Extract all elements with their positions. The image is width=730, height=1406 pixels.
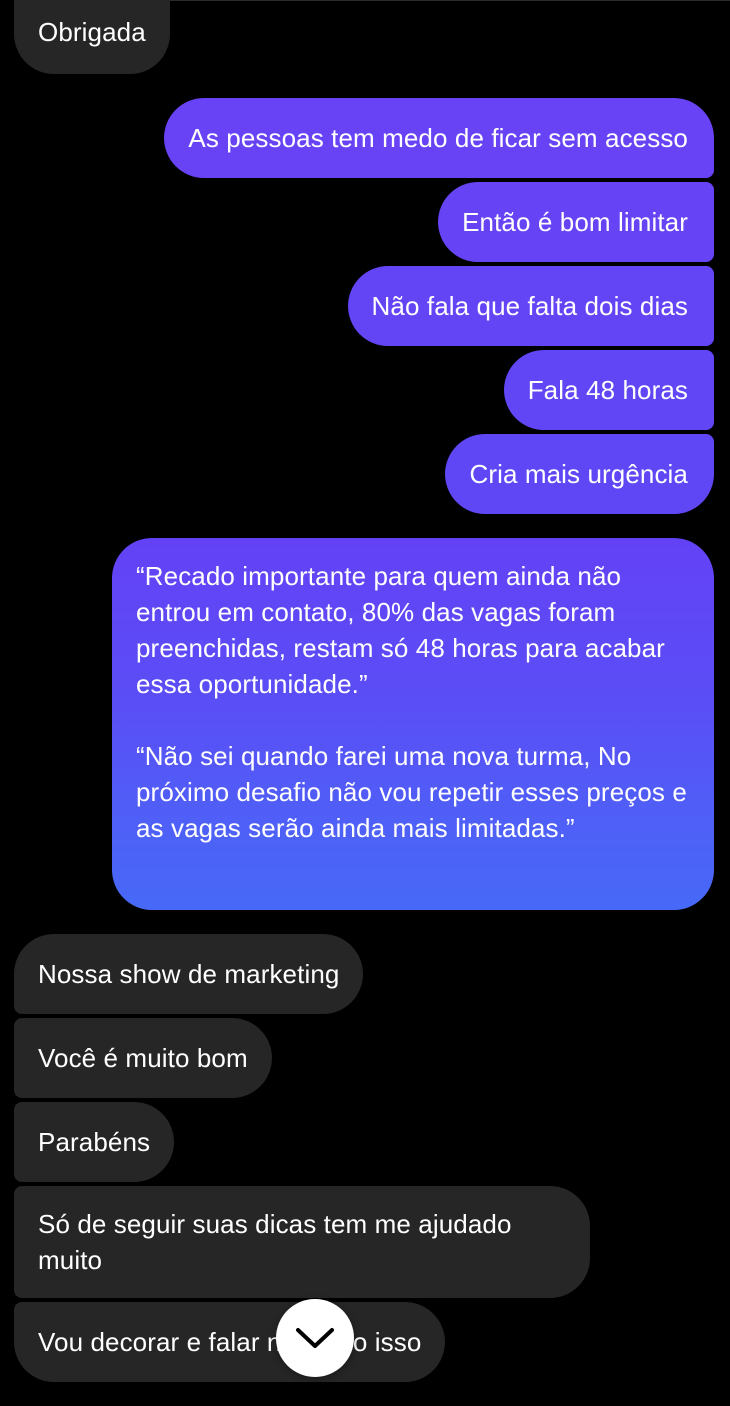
message-received[interactable]: Parabéns xyxy=(14,1102,175,1182)
scroll-to-bottom-button[interactable] xyxy=(276,1299,354,1377)
message-received[interactable]: Você é muito bom xyxy=(14,1018,272,1098)
message-sent[interactable]: As pessoas tem medo de ficar sem acesso xyxy=(164,98,714,178)
message-text: Parabéns xyxy=(38,1127,151,1157)
message-received[interactable]: Só de seguir suas dicas tem me ajudado m… xyxy=(14,1186,590,1298)
message-sent[interactable]: Cria mais urgência xyxy=(445,434,714,514)
message-text: Cria mais urgência xyxy=(469,459,688,489)
message-text: Fala 48 horas xyxy=(527,375,688,405)
message-text: Nossa show de marketing xyxy=(38,959,340,989)
message-text: Você é muito bom xyxy=(38,1043,248,1073)
message-text: Só de seguir suas dicas tem me ajudado m… xyxy=(38,1209,512,1275)
message-paragraph: “Não sei quando farei uma nova turma, No… xyxy=(136,741,687,843)
message-text: Não fala que falta dois dias xyxy=(371,291,688,321)
message-received[interactable]: Nossa show de marketing xyxy=(14,934,364,1014)
message-text: Vou decorar e falar no vídeo isso xyxy=(38,1327,422,1357)
message-sent[interactable]: Fala 48 horas xyxy=(503,350,714,430)
message-text: As pessoas tem medo de ficar sem acesso xyxy=(188,123,688,153)
message-sent[interactable]: Não fala que falta dois dias xyxy=(347,266,714,346)
message-received[interactable]: Vou decorar e falar no vídeo isso xyxy=(14,1302,446,1382)
message-text: Então é bom limitar xyxy=(462,207,688,237)
chevron-down-icon xyxy=(296,1328,334,1348)
message-text: Obrigada xyxy=(38,17,146,47)
message-sent-long[interactable]: “Recado importante para quem ainda não e… xyxy=(112,538,714,910)
message-received[interactable]: Obrigada xyxy=(14,0,170,74)
message-sent[interactable]: Então é bom limitar xyxy=(438,182,714,262)
message-paragraph: “Recado importante para quem ainda não e… xyxy=(136,561,665,699)
